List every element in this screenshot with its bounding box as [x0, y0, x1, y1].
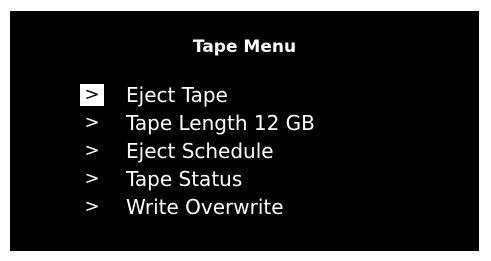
menu-list: > Eject Tape > Tape Length 12 GB > Eject… — [80, 81, 315, 221]
menu-item-eject-tape[interactable]: > Eject Tape — [80, 81, 315, 109]
cursor-icon: > — [80, 84, 104, 106]
menu-item-tape-length[interactable]: > Tape Length 12 GB — [80, 109, 315, 137]
menu-item-label: Eject Tape — [126, 83, 228, 107]
menu-item-write-overwrite[interactable]: > Write Overwrite — [80, 193, 315, 221]
tape-menu-screen: Tape Menu > Eject Tape > Tape Length 12 … — [10, 11, 479, 251]
menu-item-eject-schedule[interactable]: > Eject Schedule — [80, 137, 315, 165]
cursor-icon: > — [84, 140, 100, 161]
menu-item-label: Write Overwrite — [126, 195, 284, 219]
cursor-icon: > — [84, 168, 100, 189]
menu-item-tape-status[interactable]: > Tape Status — [80, 165, 315, 193]
menu-title: Tape Menu — [192, 37, 297, 57]
menu-item-label: Tape Status — [126, 167, 243, 191]
menu-item-label: Eject Schedule — [126, 139, 274, 163]
cursor-icon: > — [84, 112, 100, 133]
menu-item-label: Tape Length 12 GB — [126, 111, 315, 135]
cursor-icon: > — [84, 196, 100, 217]
